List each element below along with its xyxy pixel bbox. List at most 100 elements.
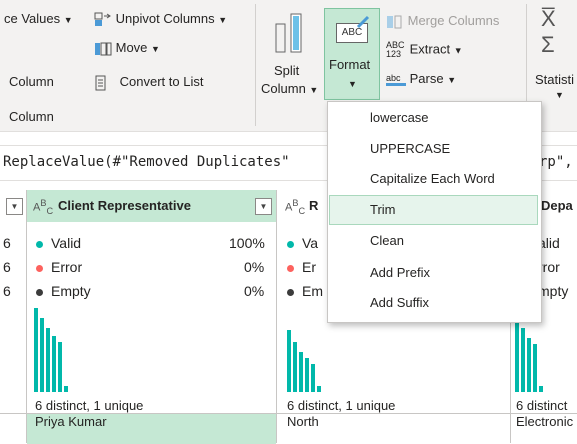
text-type-icon: ABC — [33, 198, 54, 216]
format-label: Format — [329, 57, 371, 72]
split-column-button[interactable]: Split Column ▼ — [261, 6, 319, 96]
menu-item-capitalize-each-word[interactable]: Capitalize Each Word — [330, 165, 537, 193]
table-cell[interactable]: Priya Kumar — [35, 414, 107, 429]
split-label: Split — [274, 63, 300, 78]
extract-label: Extract — [409, 41, 451, 57]
distribution-bar[interactable] — [52, 336, 56, 392]
menu-item-add-prefix[interactable]: Add Prefix — [330, 259, 537, 287]
empty-dot-icon — [287, 288, 294, 296]
formula-text: ReplaceValue(#"Removed Duplicates" — [3, 154, 290, 170]
error-pct: 0% — [244, 259, 265, 275]
parse-button[interactable]: abc Parse ▼ — [386, 71, 456, 87]
move-icon — [95, 42, 112, 56]
distribution-bar[interactable] — [533, 344, 537, 392]
menu-item-lowercase[interactable]: lowercase — [330, 104, 537, 132]
pencil-icon — [356, 15, 370, 29]
replace-values-button[interactable]: ce Values ▼ — [4, 11, 73, 26]
ribbon-separator — [255, 4, 256, 126]
valid-dot-icon — [36, 240, 43, 248]
distribution-bar[interactable] — [299, 352, 303, 392]
convert-to-list-button[interactable]: Convert to List — [94, 74, 203, 91]
format-abc-icon: ABC — [334, 15, 370, 45]
column-divider — [276, 190, 277, 443]
error-stat: Er — [287, 259, 316, 275]
empty-stat: mpty — [538, 283, 569, 299]
statistics-label: Statisti — [535, 72, 575, 87]
parse-label: Parse — [409, 71, 444, 86]
distribution-bar[interactable] — [521, 328, 525, 392]
valid-stat: Va — [287, 235, 318, 251]
unpivot-icon — [94, 12, 111, 26]
distribution-bar[interactable] — [527, 338, 531, 392]
stat-pct: 6 — [3, 259, 11, 275]
chevron-down-icon: ▼ — [151, 44, 160, 54]
distribution-bar[interactable] — [305, 358, 309, 392]
chevron-down-icon[interactable]: ▼ — [6, 198, 23, 215]
convert-to-list-label: Convert to List — [119, 74, 204, 89]
empty-stat: Empty — [36, 283, 91, 299]
distribution-bar[interactable] — [515, 318, 519, 392]
menu-item-trim[interactable]: Trim — [329, 195, 538, 225]
list-icon — [95, 75, 106, 91]
table-cell[interactable]: Electronic — [516, 414, 573, 429]
format-dropdown-menu: lowercase UPPERCASE Capitalize Each Word… — [327, 101, 542, 323]
distribution-bar[interactable] — [287, 330, 291, 392]
chevron-down-icon: ▼ — [218, 15, 228, 25]
extract-button[interactable]: ABC 123 Extract ▼ — [386, 41, 463, 59]
format-button[interactable]: ABC Format ▼ — [324, 8, 380, 100]
column-name: Depa — [541, 198, 573, 213]
error-stat: Error — [36, 259, 82, 275]
distribution-bar[interactable] — [46, 328, 50, 392]
unpivot-columns-button[interactable]: Unpivot Columns ▼ — [94, 11, 227, 28]
table-cell[interactable]: North — [287, 414, 319, 429]
group-label: Column — [9, 109, 54, 124]
stat-pct: 6 — [3, 235, 11, 251]
column-button[interactable]: Column — [9, 74, 54, 89]
distribution-bar[interactable] — [539, 386, 543, 392]
distribution-bar[interactable] — [311, 364, 315, 392]
column-header-left-stub[interactable]: ▼ — [0, 190, 26, 223]
chevron-down-icon: ▼ — [555, 90, 564, 100]
valid-dot-icon — [287, 240, 294, 248]
unpivot-columns-label: Unpivot Columns — [115, 11, 215, 26]
chevron-down-icon[interactable]: ▼ — [255, 198, 272, 215]
table-row: Priya Kumar North Electronic — [0, 413, 577, 444]
valid-stat: Valid — [36, 235, 81, 251]
distinct-count: 6 distinct, 1 unique — [287, 398, 396, 413]
move-button[interactable]: Move ▼ — [94, 40, 160, 57]
abc123-icon: ABC 123 — [386, 40, 405, 59]
column-name: R — [309, 198, 319, 213]
valid-pct: 100% — [229, 235, 265, 251]
empty-dot-icon — [36, 288, 43, 296]
column-name: Client Representative — [58, 198, 191, 213]
merge-columns-button[interactable]: Merge Columns — [386, 13, 499, 30]
menu-item-uppercase[interactable]: UPPERCASE — [330, 135, 537, 163]
empty-stat: Em — [287, 283, 323, 299]
split-column-label: Column ▼ — [261, 81, 319, 96]
distribution-bar[interactable] — [34, 308, 38, 392]
text-type-icon: ABC — [285, 198, 306, 216]
distribution-bar[interactable] — [317, 386, 321, 392]
column-divider — [26, 190, 27, 443]
distinct-count: 6 distinct — [516, 398, 568, 413]
statistics-button[interactable]: X̅ Σ Statisti ▼ — [532, 6, 577, 100]
stat-pct: 6 — [3, 283, 11, 299]
error-dot-icon — [287, 264, 294, 272]
merge-icon — [387, 15, 402, 29]
menu-item-clean[interactable]: Clean — [330, 227, 537, 255]
distribution-bar[interactable] — [40, 318, 44, 392]
parse-icon: abc — [386, 73, 406, 87]
column-header-client-representative[interactable]: ABC Client Representative ▼ — [27, 190, 276, 223]
distinct-count: 6 distinct, 1 unique — [35, 398, 144, 413]
split-column-icon — [275, 13, 302, 53]
empty-pct: 0% — [244, 283, 265, 299]
sigma-icon: X̅ Σ — [541, 6, 556, 57]
formula-text-right: rp", — [539, 154, 573, 170]
distribution-bar[interactable] — [293, 342, 297, 392]
chevron-down-icon: ▼ — [453, 45, 463, 56]
menu-item-add-suffix[interactable]: Add Suffix — [330, 289, 537, 317]
distribution-bar[interactable] — [64, 386, 68, 392]
move-label: Move — [115, 40, 148, 55]
merge-columns-label: Merge Columns — [407, 13, 500, 28]
distribution-bar[interactable] — [58, 342, 62, 392]
